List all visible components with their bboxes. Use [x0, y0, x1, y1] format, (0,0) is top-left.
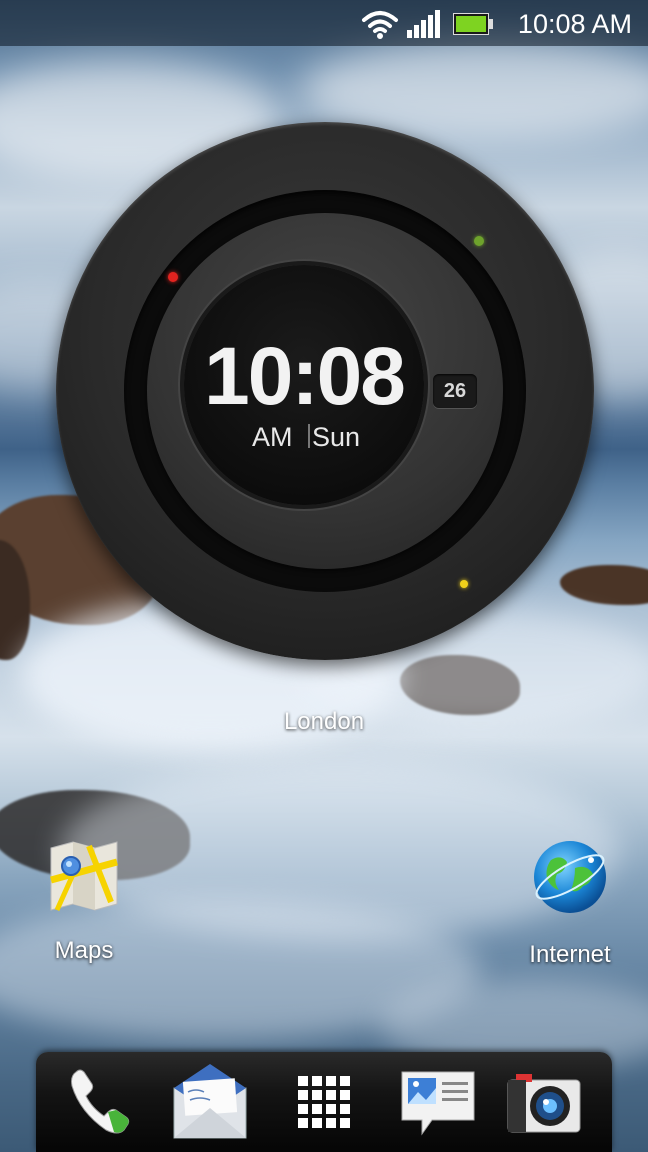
all-apps-button[interactable]	[284, 1062, 364, 1142]
clock-separator	[308, 424, 310, 448]
internet-app[interactable]: Internet	[500, 838, 640, 969]
status-bar[interactable]: 10:08 AM	[0, 0, 648, 46]
all-apps-icon	[298, 1076, 350, 1128]
dock	[36, 1052, 612, 1152]
maps-label: Maps	[54, 937, 114, 964]
clock-time: 10:08	[204, 331, 406, 422]
date-badge: 26	[433, 374, 477, 408]
mail-icon	[173, 1064, 247, 1139]
clock-widget[interactable]: 10:08 AM Sun 26	[56, 122, 594, 660]
clock-ampm: AM	[252, 422, 293, 452]
internet-label: Internet	[529, 941, 611, 968]
maps-app[interactable]: Maps	[14, 840, 154, 965]
globe-icon	[534, 841, 606, 913]
messages-button[interactable]	[398, 1062, 478, 1142]
messages-icon	[401, 1071, 475, 1136]
maps-icon	[50, 841, 118, 912]
clock-day: Sun	[312, 422, 361, 452]
status-time: 10:08 AM	[517, 9, 632, 39]
battery-icon	[453, 13, 493, 35]
green-indicator-dot	[474, 236, 484, 246]
camera-button[interactable]	[504, 1062, 584, 1142]
signal-icon	[407, 10, 440, 38]
red-indicator-dot	[168, 272, 178, 282]
mail-button[interactable]	[170, 1062, 250, 1142]
yellow-indicator-dot	[460, 580, 468, 588]
clock-city[interactable]: London	[0, 708, 648, 736]
wifi-icon	[362, 11, 398, 39]
phone-button[interactable]	[62, 1062, 142, 1142]
phone-icon	[71, 1069, 130, 1134]
camera-icon	[507, 1074, 581, 1133]
